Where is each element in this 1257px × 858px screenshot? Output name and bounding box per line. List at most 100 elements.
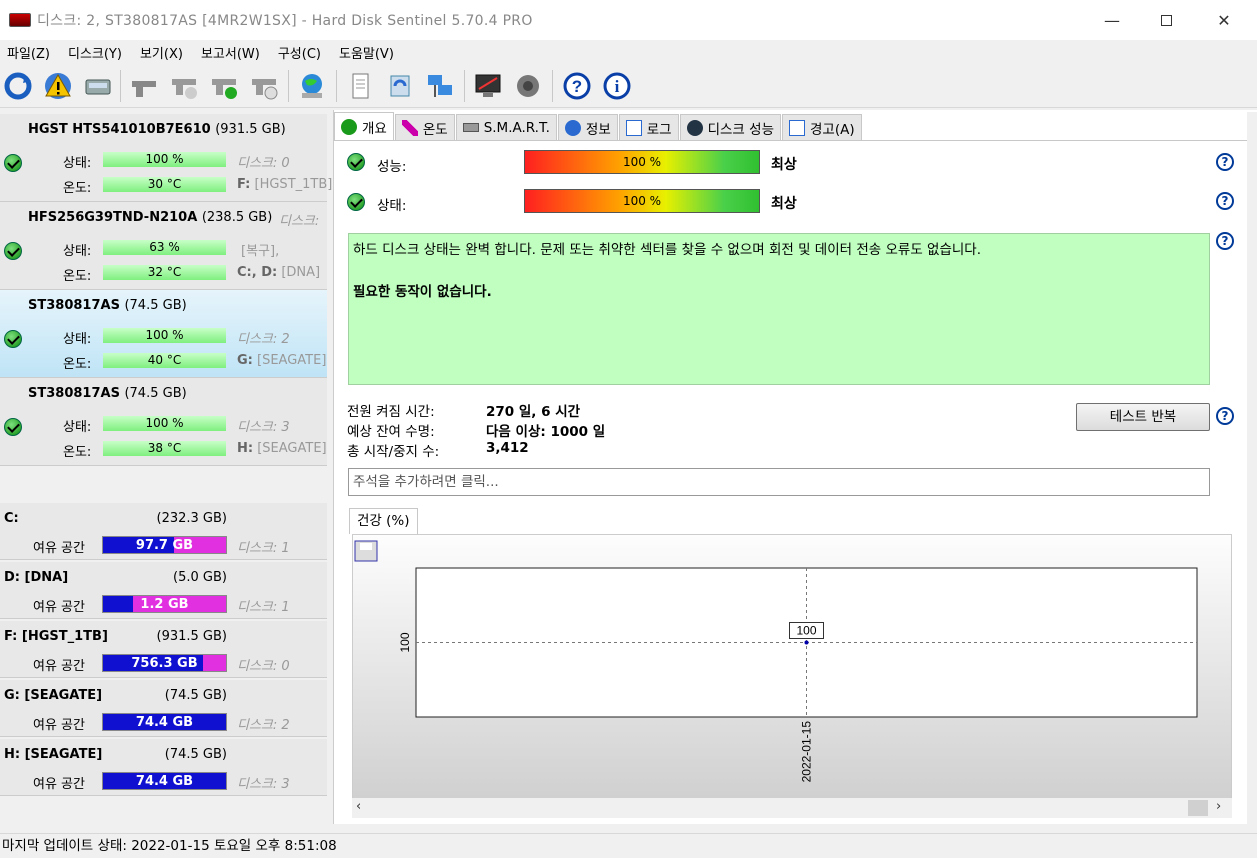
app-icon (9, 13, 31, 27)
minimize-button[interactable]: — (1083, 0, 1141, 40)
scroll-left-icon[interactable]: ‹ (356, 799, 361, 814)
power-on-value: 270 일, 6 시간 (486, 404, 581, 420)
scroll-right-icon[interactable]: › (1216, 799, 1221, 814)
partition-entry[interactable]: D: [DNA] (5.0 GB) 여유 공간 1.2 GB 디스크: 1 (0, 562, 327, 619)
health-label: 상태: (377, 198, 407, 214)
thermometer-icon (401, 119, 418, 136)
health-bar: 100 % (103, 328, 226, 343)
help-icon[interactable]: ? (1216, 407, 1234, 425)
disk-entry[interactable]: ST380817AS (74.5 GB) 상태: 100 % 디스크: 3 온도… (0, 378, 327, 466)
perf-label: 성능: (377, 159, 407, 175)
partition-entry[interactable]: C: (232.3 GB) 여유 공간 97.7 GB 디스크: 1 (0, 503, 327, 560)
test-icon[interactable] (168, 70, 200, 102)
svg-text:?: ? (572, 77, 582, 96)
help-icon[interactable]: ? (1216, 232, 1234, 250)
right-pane: 개요 온도 S.M.A.R.T. 정보 로그 디스크 성능 경고(A) 성능: … (333, 110, 1257, 824)
free-space-bar: 74.4 GB (102, 713, 227, 731)
health-chart: 100 2022-01-15 100 (352, 534, 1232, 800)
monitor-icon[interactable] (472, 70, 504, 102)
menu-help[interactable]: 도움말(V) (332, 43, 405, 62)
speaker-icon[interactable] (512, 70, 544, 102)
menu-disk[interactable]: 디스크(Y) (61, 43, 133, 62)
help-icon[interactable]: ? (561, 70, 593, 102)
lifetime-label: 예상 잔여 수명: (347, 424, 435, 440)
partition-entry[interactable]: G: [SEAGATE] (74.5 GB) 여유 공간 74.4 GB 디스크… (0, 680, 327, 737)
hdd-icon (462, 123, 479, 132)
chart-canvas: 100 2022-01-15 100 (354, 540, 1198, 782)
disk-number: 디스크: (279, 214, 320, 229)
scroll-thumb[interactable] (1188, 800, 1208, 816)
close-button[interactable]: ✕ (1195, 0, 1253, 40)
repeat-test-button[interactable]: 테스트 반복 (1076, 403, 1210, 431)
disk-name: HGST HTS541010B7E610 (931.5 GB) (28, 122, 286, 137)
svg-text:i: i (615, 77, 620, 96)
disk-icon[interactable] (82, 70, 114, 102)
partition-size: (5.0 GB) (173, 570, 227, 585)
start-stop-value: 3,412 (486, 440, 529, 456)
note-input[interactable]: 주석을 추가하려면 클릭... (348, 468, 1210, 496)
health-rating: 최상 (771, 196, 797, 212)
report-icon[interactable] (344, 70, 376, 102)
health-label: 상태: (63, 332, 92, 347)
warning-icon[interactable] (42, 70, 74, 102)
tab-log[interactable]: 로그 (618, 114, 679, 140)
tab-overview[interactable]: 개요 (334, 112, 394, 140)
free-space-label: 여유 공간 (33, 659, 85, 674)
ok-check-icon (4, 242, 22, 260)
partition-name: G: [SEAGATE] (4, 688, 103, 703)
menu-view[interactable]: 보기(X) (133, 43, 194, 62)
vertical-scrollbar[interactable] (1247, 112, 1257, 824)
partition-size: (931.5 GB) (156, 629, 227, 644)
refresh-icon[interactable] (2, 70, 34, 102)
status-text: 하드 디스크 상태는 완벽 합니다. 문제 또는 취약한 섹터를 찾을 수 없으… (353, 242, 982, 258)
drive-letters: G: [SEAGATE] (237, 353, 327, 368)
health-label: 상태: (63, 244, 92, 259)
temp-label: 온도: (63, 181, 92, 196)
disk-entry-selected[interactable]: ST380817AS (74.5 GB) 상태: 100 % 디스크: 2 온도… (0, 290, 327, 378)
globe-icon[interactable] (296, 70, 328, 102)
backup-icon[interactable] (384, 70, 416, 102)
tab-temperature[interactable]: 온도 (394, 114, 455, 140)
disk-name: ST380817AS (74.5 GB) (28, 298, 187, 313)
start-stop-label: 총 시작/중지 수: (347, 444, 440, 460)
maximize-button[interactable] (1137, 0, 1195, 40)
temp-label: 온도: (63, 357, 92, 372)
disk-entry[interactable]: HGST HTS541010B7E610 (931.5 GB) 상태: 100 … (0, 114, 332, 202)
disk-entry[interactable]: HFS256G39TND-N210A (238.5 GB) 디스크: 상태: 6… (0, 202, 327, 290)
disk-number: 디스크: 3 (237, 420, 290, 435)
test-ok-icon[interactable] (208, 70, 240, 102)
partition-disk: 디스크: 2 (237, 718, 290, 733)
menu-config[interactable]: 구성(C) (271, 43, 332, 62)
free-space-bar: 97.7 GB (102, 536, 227, 554)
tab-health-chart[interactable]: 건강 (%) (349, 508, 418, 534)
info-icon[interactable]: i (601, 70, 633, 102)
gun-icon[interactable] (128, 70, 160, 102)
health-bar: 100 % (524, 189, 760, 213)
health-label: 상태: (63, 420, 92, 435)
app-window: 디스크: 2, ST380817AS [4MR2W1SX] - Hard Dis… (0, 0, 1257, 857)
partition-entry[interactable]: H: [SEAGATE] (74.5 GB) 여유 공간 74.4 GB 디스크… (0, 739, 327, 796)
tab-info[interactable]: 정보 (557, 114, 618, 140)
health-bar: 100 % (103, 416, 226, 431)
copy-icon (789, 119, 805, 136)
network-icon[interactable] (424, 70, 456, 102)
disk-name: HFS256G39TND-N210A (238.5 GB) (28, 210, 273, 225)
help-icon[interactable]: ? (1216, 153, 1234, 171)
partition-disk: 디스크: 1 (237, 600, 290, 615)
partition-disk: 디스크: 1 (237, 541, 290, 556)
data-label: 100 (796, 624, 816, 638)
test-surface-icon[interactable] (248, 70, 280, 102)
partition-disk: 디스크: 3 (237, 777, 290, 792)
tab-smart[interactable]: S.M.A.R.T. (455, 114, 557, 140)
document-icon (625, 119, 642, 136)
perf-rating: 최상 (771, 157, 797, 173)
tab-performance[interactable]: 디스크 성능 (679, 114, 781, 140)
menu-file[interactable]: 파일(Z) (0, 43, 61, 62)
free-space-label: 여유 공간 (33, 600, 85, 615)
menu-report[interactable]: 보고서(W) (194, 43, 271, 62)
free-space-label: 여유 공간 (33, 541, 85, 556)
help-icon[interactable]: ? (1216, 192, 1234, 210)
horizontal-scrollbar[interactable]: ‹ › (352, 798, 1232, 818)
partition-entry[interactable]: F: [HGST_1TB] (931.5 GB) 여유 공간 756.3 GB … (0, 621, 327, 678)
tab-alerts[interactable]: 경고(A) (782, 114, 862, 140)
